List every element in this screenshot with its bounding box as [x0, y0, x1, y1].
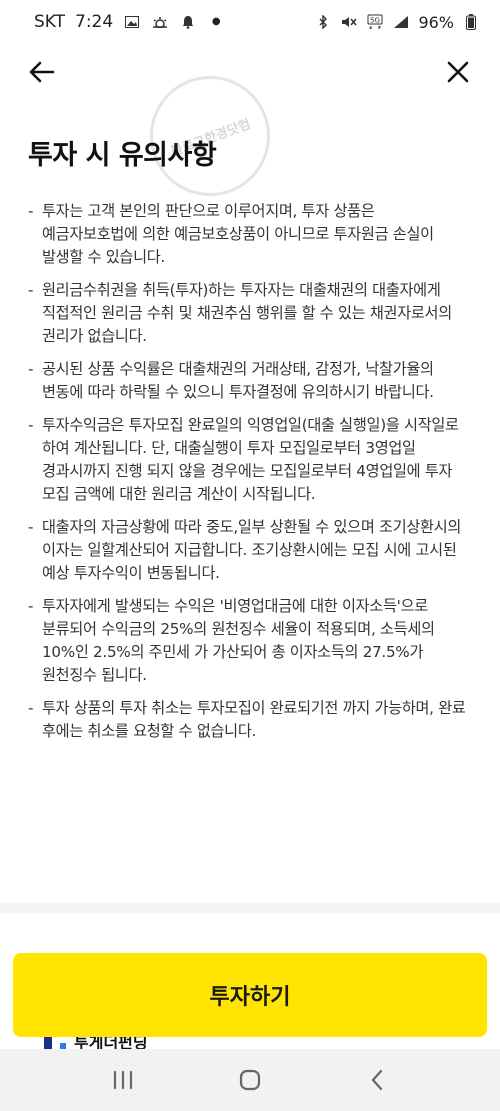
section-divider [0, 903, 500, 913]
notice-item: 투자자에게 발생되는 수익은 '비영업대금에 대한 이자소득'으로 분류되어 수… [28, 595, 472, 687]
signal-icon [392, 13, 410, 31]
back-button[interactable] [26, 56, 58, 88]
notice-item: 원리금수취권을 취득(투자)하는 투자자는 대출채권의 대출자에게 직접적인 원… [28, 279, 472, 348]
dot-icon: ● [211, 16, 221, 27]
notice-item: 투자 상품의 투자 취소는 투자모집이 완료되기전 까지 가능하며, 완료 후에… [28, 697, 472, 743]
5g-icon: 5G [366, 13, 384, 31]
notification-icon [179, 13, 197, 31]
recent-apps-icon [114, 1070, 133, 1090]
status-left: SKT 7:24 ● [34, 12, 225, 32]
notice-item: 투자는 고객 본인의 판단으로 이루어지며, 투자 상품은 예금자보호법에 의한… [28, 200, 472, 269]
notice-list: 투자는 고객 본인의 판단으로 이루어지며, 투자 상품은 예금자보호법에 의한… [28, 200, 472, 753]
notice-item: 투자수익금은 투자모집 완료일의 익영업일(대출 실행일)을 시작일로 하여 계… [28, 414, 472, 506]
svg-text:5G: 5G [370, 17, 380, 25]
close-button[interactable] [442, 56, 474, 88]
system-nav-bar [0, 1049, 500, 1111]
brand-logo-peek: 투게더펀딩 [44, 1037, 164, 1049]
weather-icon [151, 13, 169, 31]
home-icon [239, 1069, 261, 1091]
page-title: 투자 시 유의사항 [28, 140, 217, 171]
notice-item: 공시된 상품 수익률은 대출채권의 거래상태, 감정가, 낙찰가율의 변동에 따… [28, 358, 472, 404]
home-button[interactable] [230, 1060, 270, 1100]
mute-icon [340, 13, 358, 31]
battery-icon [462, 13, 480, 31]
notice-item: 대출자의 자금상황에 따라 중도,일부 상환될 수 있으며 조기상환시의 이자는… [28, 516, 472, 585]
arrow-left-icon [29, 61, 55, 83]
clock: 7:24 [75, 12, 114, 32]
gallery-icon [123, 13, 141, 31]
brand-name: 투게더펀딩 [74, 1037, 148, 1049]
back-nav-button[interactable] [357, 1060, 397, 1100]
battery-level: 96% [418, 12, 454, 32]
bluetooth-icon [314, 13, 332, 31]
logo-mark-icon [44, 1037, 52, 1049]
back-nav-icon [371, 1069, 382, 1091]
status-bar: SKT 7:24 ● 5G 96% [0, 0, 500, 44]
close-icon [447, 61, 469, 83]
status-right: 5G 96% [314, 13, 480, 32]
recent-apps-button[interactable] [103, 1060, 143, 1100]
invest-button[interactable]: 투자하기 [13, 953, 487, 1037]
carrier-label: SKT [34, 12, 66, 32]
